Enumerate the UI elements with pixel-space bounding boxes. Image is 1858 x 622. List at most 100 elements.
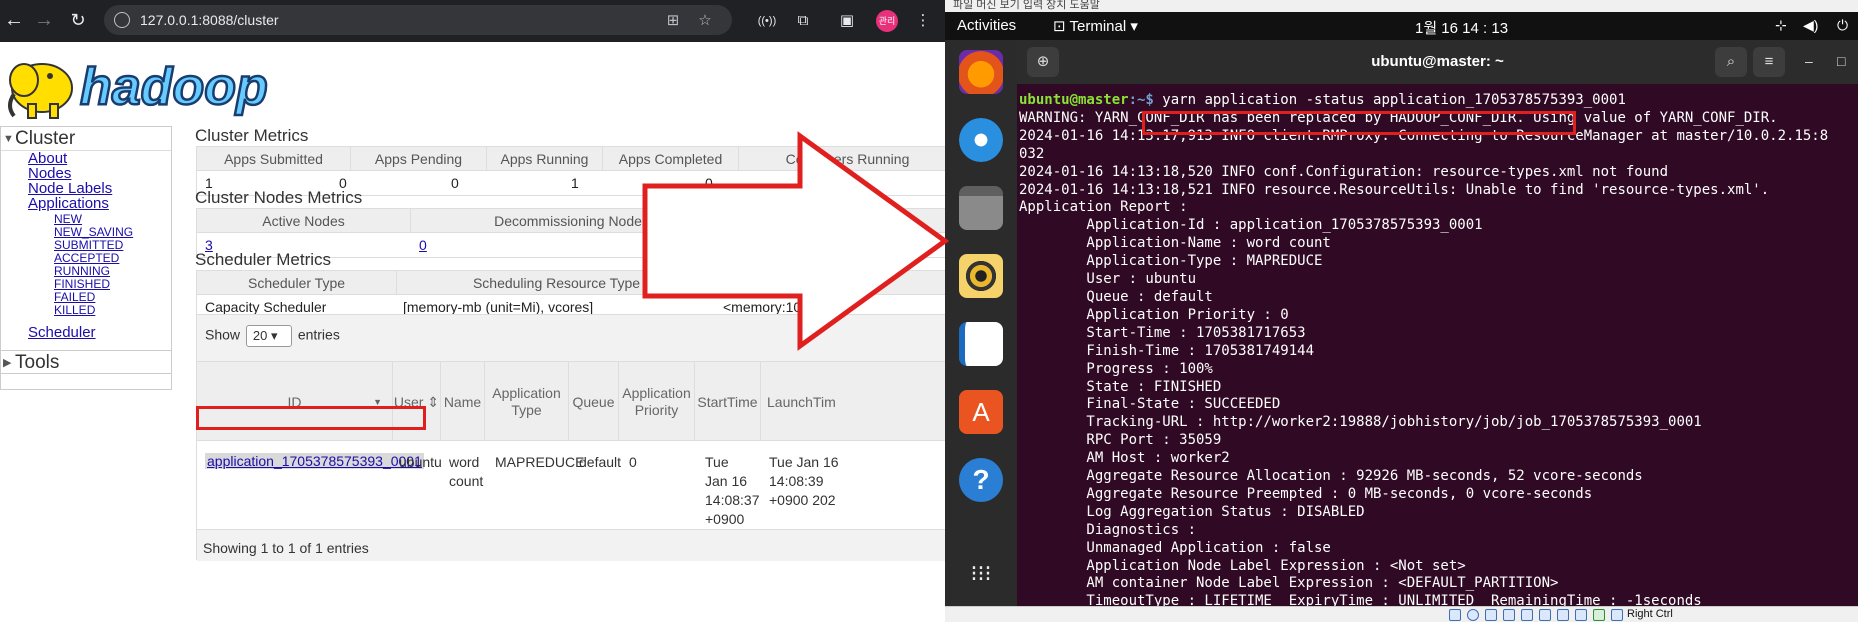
terminal-window: ⊕ ubuntu@master: ~ ⌕ ≡ – □ ubuntu@master… xyxy=(1017,40,1858,610)
terminal-app-menu[interactable]: ⊡ Terminal ▾ xyxy=(1053,17,1138,35)
sidebar-state-new[interactable]: NEW xyxy=(54,212,82,226)
firefox-icon[interactable] xyxy=(959,50,1003,94)
extensions-icon[interactable]: ⧉ xyxy=(792,10,814,32)
sidebar-state-finished[interactable]: FINISHED xyxy=(54,277,110,291)
header-launch-time-label: LaunchTim xyxy=(767,393,836,410)
sidebar-state-accepted[interactable]: ACCEPTED xyxy=(54,251,119,265)
maximize-icon[interactable]: □ xyxy=(1837,53,1845,69)
sidebar-state-killed[interactable]: KILLED xyxy=(54,303,95,317)
prompt-path: :~$ xyxy=(1128,92,1163,108)
header-user[interactable]: User ⇕ xyxy=(393,362,441,442)
volume-icon[interactable]: ◀) xyxy=(1803,17,1818,34)
value-apps-completed: 1 xyxy=(571,175,579,191)
cell-name: word count xyxy=(449,454,484,489)
terminal-titlebar: ⊕ ubuntu@master: ~ ⌕ ≡ – □ xyxy=(1017,40,1858,84)
hdd-status-icon[interactable] xyxy=(1449,609,1461,621)
back-icon[interactable]: ← xyxy=(0,6,28,34)
power-icon[interactable]: ⏻ xyxy=(1837,17,1848,34)
sort-icon: ⇕ xyxy=(427,393,440,410)
vm-status-bar: Right Ctrl xyxy=(945,606,1858,622)
show-apps-grid-icon[interactable]: ⁝⁝⁝ xyxy=(959,552,1003,596)
value-apps-running: 0 xyxy=(451,175,459,191)
header-application-priority-label: Application Priority xyxy=(622,385,691,418)
highlight-box-command xyxy=(1142,111,1576,135)
header-application-priority[interactable]: Application Priority xyxy=(619,362,695,442)
sidebar-tools-title: Tools xyxy=(15,352,60,373)
hamburger-menu-icon[interactable]: ≡ xyxy=(1753,47,1785,77)
network-status-icon[interactable] xyxy=(1503,609,1515,621)
bookmark-star-icon[interactable]: ☆ xyxy=(696,12,714,30)
header-start-time-label: StartTime xyxy=(697,393,758,410)
scheduler-metrics-title: Scheduler Metrics xyxy=(195,250,332,269)
menu-kebab-icon[interactable]: ⋮ xyxy=(912,10,934,32)
entries-per-page-select[interactable]: 20 ▾ xyxy=(245,325,292,347)
vt-x-icon[interactable] xyxy=(1593,609,1605,621)
network-icon[interactable]: ⊹ xyxy=(1775,17,1787,34)
cell-priority: 0 xyxy=(629,454,637,470)
header-active-nodes[interactable]: Active Nodes xyxy=(197,209,411,233)
header-apps-submitted[interactable]: Apps Submitted xyxy=(197,147,351,171)
forward-icon[interactable]: → xyxy=(30,6,58,34)
audio-status-icon[interactable] xyxy=(1485,609,1497,621)
sidebar-tools-header[interactable]: ▶ Tools xyxy=(1,351,171,375)
prompt-user: ubuntu@master xyxy=(1019,92,1129,108)
header-apps-pending[interactable]: Apps Pending xyxy=(351,147,487,171)
header-name[interactable]: Name xyxy=(441,362,485,442)
activities-button[interactable]: Activities xyxy=(957,17,1016,34)
sidebar-cluster-header[interactable]: ▼ Cluster xyxy=(1,127,171,151)
media-icon[interactable]: ((•)) xyxy=(756,10,778,32)
sidebar-state-failed[interactable]: FAILED xyxy=(54,290,95,304)
display-status-icon[interactable] xyxy=(1557,609,1569,621)
sidebar-tools-panel[interactable]: ▶ Tools xyxy=(0,350,172,374)
terminal-output-lines: WARNING: YARN_CONF_DIR has been replaced… xyxy=(1019,109,1829,610)
usb-status-icon[interactable] xyxy=(1521,609,1533,621)
site-info-icon[interactable] xyxy=(114,12,130,28)
shared-folder-icon[interactable] xyxy=(1539,609,1551,621)
entries-label: entries xyxy=(297,326,340,343)
app-center-icon[interactable]: A xyxy=(959,390,1003,434)
node-metrics-title: Cluster Nodes Metrics xyxy=(195,188,363,207)
host-key-label: Right Ctrl xyxy=(1627,608,1673,620)
clock[interactable]: 1월 16 14 : 13 xyxy=(1415,17,1508,38)
side-panel-icon[interactable]: ▣ xyxy=(836,10,858,32)
search-icon[interactable]: ⌕ xyxy=(1715,47,1747,77)
header-id[interactable]: ID ▼ xyxy=(197,362,393,442)
vm-host-menubar[interactable]: 파일 머신 보기 입력 장치 도움말 xyxy=(945,0,1858,12)
translate-icon[interactable]: ⊞ xyxy=(664,12,682,30)
header-application-type[interactable]: Application Type xyxy=(485,362,569,442)
sidebar-state-running[interactable]: RUNNING xyxy=(54,264,110,278)
browser-toolbar: ← → ↻ 127.0.0.1:8088/cluster ⊞ ☆ ((•)) ⧉… xyxy=(0,0,945,42)
sidebar-state-new-saving[interactable]: NEW_SAVING xyxy=(54,225,133,239)
minimize-icon[interactable]: – xyxy=(1805,53,1813,69)
reload-icon[interactable]: ↻ xyxy=(64,6,92,34)
highlight-box-application-id xyxy=(196,406,426,430)
profile-avatar[interactable]: 관리 xyxy=(876,10,898,32)
application-id-link[interactable]: application_1705378575393_0001 xyxy=(205,453,424,469)
header-application-type-label: Application Type xyxy=(492,385,561,418)
header-scheduler-type[interactable]: Scheduler Type xyxy=(197,271,397,295)
optical-drive-icon[interactable] xyxy=(1467,609,1479,621)
sidebar-state-submitted[interactable]: SUBMITTED xyxy=(54,238,123,252)
header-start-time[interactable]: StartTime xyxy=(695,362,761,442)
mouse-integration-icon[interactable] xyxy=(1611,609,1623,621)
svg-text:hadoop: hadoop xyxy=(80,58,268,116)
address-bar[interactable]: 127.0.0.1:8088/cluster ⊞ ☆ xyxy=(104,5,732,35)
gnome-top-bar: Activities ⊡ Terminal ▾ 1월 16 14 : 13 ⊹ … xyxy=(945,12,1858,40)
recording-status-icon[interactable] xyxy=(1575,609,1587,621)
entries-per-page-value: 20 xyxy=(252,328,268,343)
header-launch-time[interactable]: LaunchTim xyxy=(761,362,945,442)
virtualbox-vm-window: 파일 머신 보기 입력 장치 도움말 Activities ⊡ Terminal… xyxy=(945,0,1858,622)
terminal-output[interactable]: ubuntu@master:~$ yarn application -statu… xyxy=(1017,84,1858,610)
sidebar-link-scheduler[interactable]: Scheduler xyxy=(28,324,96,341)
help-icon[interactable]: ? xyxy=(959,458,1003,502)
annotation-arrow xyxy=(642,131,950,351)
value-decommissioning-nodes-link[interactable]: 0 xyxy=(411,233,427,257)
header-queue[interactable]: Queue xyxy=(569,362,619,442)
sidebar-link-applications[interactable]: Applications xyxy=(28,195,109,212)
cluster-metrics-title: Cluster Metrics xyxy=(195,126,309,145)
header-queue-label: Queue xyxy=(572,393,615,410)
table-info-footer: Showing 1 to 1 of 1 entries xyxy=(197,529,945,561)
applications-table-body: application_1705378575393_0001 ubuntu wo… xyxy=(197,441,945,546)
screenshot-root: ← → ↻ 127.0.0.1:8088/cluster ⊞ ☆ ((•)) ⧉… xyxy=(0,0,1858,622)
header-apps-running[interactable]: Apps Running xyxy=(487,147,603,171)
